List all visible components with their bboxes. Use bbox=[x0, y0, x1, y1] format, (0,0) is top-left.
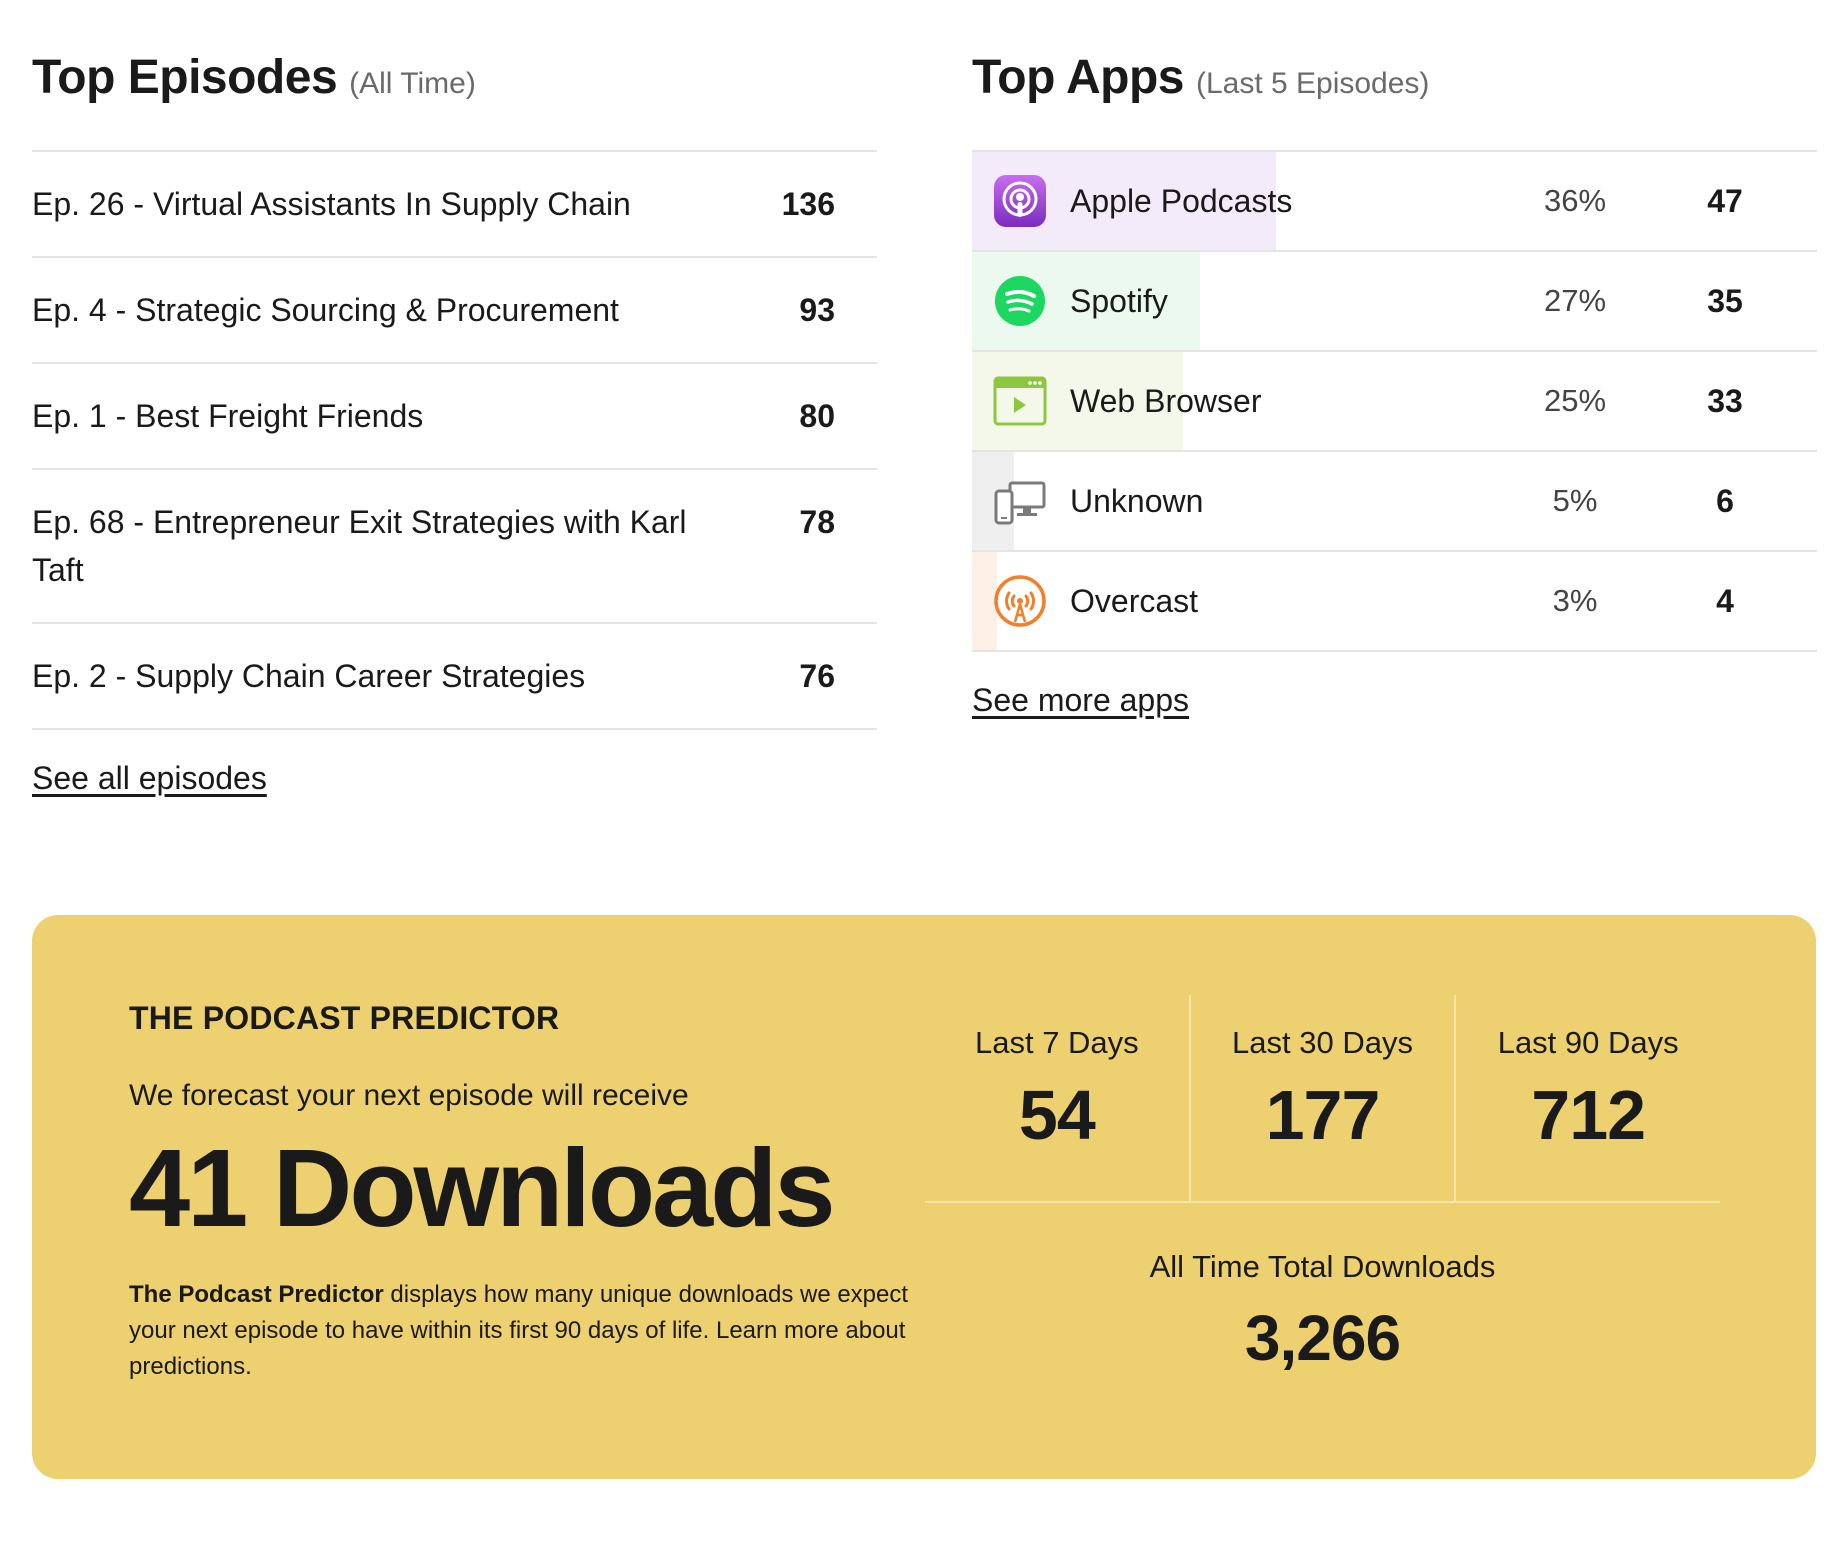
apple-podcasts-icon bbox=[994, 175, 1046, 227]
period-stats: Last 7 Days 54 Last 30 Days 177 Last 90 … bbox=[925, 995, 1720, 1203]
predictor-description-bold: The Podcast Predictor bbox=[129, 1280, 384, 1308]
episode-title[interactable]: Ep. 1 - Best Freight Friends bbox=[32, 392, 735, 440]
web-browser-icon bbox=[993, 376, 1047, 426]
predictor-description: The Podcast Predictor displays how many … bbox=[129, 1277, 949, 1385]
episode-row[interactable]: Ep. 4 - Strategic Sourcing & Procurement… bbox=[32, 258, 877, 364]
stat-last-30-days: Last 30 Days 177 bbox=[1188, 995, 1455, 1201]
episode-download-count: 80 bbox=[799, 398, 835, 434]
stat-value: 712 bbox=[1531, 1076, 1646, 1154]
app-name: Spotify bbox=[1070, 282, 1168, 319]
top-episodes-subtitle: (All Time) bbox=[349, 67, 476, 100]
episode-title[interactable]: Ep. 2 - Supply Chain Career Strategies bbox=[32, 652, 735, 700]
app-download-count: 6 bbox=[1716, 482, 1734, 519]
podcast-predictor-card: THE PODCAST PREDICTOR We forecast your n… bbox=[32, 915, 1816, 1479]
app-download-count: 47 bbox=[1707, 182, 1743, 219]
episode-row[interactable]: Ep. 2 - Supply Chain Career Strategies 7… bbox=[32, 624, 877, 730]
stat-label: Last 90 Days bbox=[1497, 1025, 1679, 1060]
apps-list: Apple Podcasts 36% 47 Spotify 27% 35 Web… bbox=[972, 150, 1817, 652]
overcast-icon bbox=[994, 575, 1046, 627]
episode-download-count: 93 bbox=[799, 292, 835, 328]
episode-title[interactable]: Ep. 26 - Virtual Assistants In Supply Ch… bbox=[32, 180, 735, 228]
episode-title[interactable]: Ep. 4 - Strategic Sourcing & Procurement bbox=[32, 286, 735, 334]
see-more-apps-link[interactable]: See more apps bbox=[972, 682, 1189, 719]
all-time-total: All Time Total Downloads 3,266 bbox=[925, 1203, 1720, 1375]
app-row[interactable]: Overcast 3% 4 bbox=[972, 552, 1817, 652]
episodes-list: Ep. 26 - Virtual Assistants In Supply Ch… bbox=[32, 150, 877, 730]
see-all-episodes-link[interactable]: See all episodes bbox=[32, 760, 267, 797]
top-episodes-section: Top Episodes (All Time) Ep. 26 - Virtual… bbox=[32, 50, 877, 797]
stat-value: 54 bbox=[1018, 1076, 1096, 1154]
app-name: Unknown bbox=[1070, 482, 1204, 519]
episode-row[interactable]: Ep. 1 - Best Freight Friends 80 bbox=[32, 364, 877, 470]
stat-label: Last 7 Days bbox=[974, 1025, 1139, 1060]
app-percentage: 36% bbox=[1543, 183, 1607, 218]
top-episodes-title: Top Episodes bbox=[32, 51, 338, 104]
stat-last-90-days: Last 90 Days 712 bbox=[1454, 995, 1720, 1201]
episode-row[interactable]: Ep. 26 - Virtual Assistants In Supply Ch… bbox=[32, 152, 877, 258]
app-percentage: 3% bbox=[1552, 583, 1598, 618]
devices-icon bbox=[994, 481, 1046, 525]
app-name: Apple Podcasts bbox=[1070, 182, 1293, 219]
app-row[interactable]: Web Browser 25% 33 bbox=[972, 352, 1817, 452]
top-apps-heading: Top Apps (Last 5 Episodes) bbox=[972, 50, 1817, 150]
total-value: 3,266 bbox=[1244, 1302, 1401, 1374]
stat-label: Last 30 Days bbox=[1232, 1025, 1413, 1060]
app-name: Overcast bbox=[1070, 582, 1199, 619]
top-apps-section: Top Apps (Last 5 Episodes) Apple Podcast… bbox=[972, 50, 1817, 719]
predictor-forecast: THE PODCAST PREDICTOR We forecast your n… bbox=[129, 1000, 949, 1385]
app-download-count: 4 bbox=[1716, 582, 1734, 619]
app-name: Web Browser bbox=[1070, 382, 1262, 419]
top-episodes-heading: Top Episodes (All Time) bbox=[32, 50, 877, 150]
episode-download-count: 136 bbox=[781, 186, 835, 222]
app-download-count: 33 bbox=[1707, 382, 1743, 419]
stat-last-7-days: Last 7 Days 54 bbox=[925, 995, 1189, 1201]
app-row[interactable]: Spotify 27% 35 bbox=[972, 252, 1817, 352]
download-stats: Last 7 Days 54 Last 30 Days 177 Last 90 … bbox=[925, 995, 1720, 1375]
app-row[interactable]: Unknown 5% 6 bbox=[972, 452, 1817, 552]
spotify-icon bbox=[995, 276, 1045, 326]
predicted-downloads: 41 Downloads bbox=[129, 1127, 836, 1250]
total-label: All Time Total Downloads bbox=[1149, 1249, 1496, 1284]
app-row[interactable]: Apple Podcasts 36% 47 bbox=[972, 152, 1817, 252]
app-percentage: 25% bbox=[1543, 383, 1607, 418]
episode-download-count: 76 bbox=[799, 658, 835, 694]
app-download-count: 35 bbox=[1707, 282, 1743, 319]
app-percentage: 27% bbox=[1543, 283, 1607, 318]
predictor-label: THE PODCAST PREDICTOR bbox=[129, 1000, 560, 1036]
top-apps-subtitle: (Last 5 Episodes) bbox=[1195, 67, 1430, 100]
episode-title[interactable]: Ep. 68 - Entrepreneur Exit Strategies wi… bbox=[32, 498, 735, 594]
top-apps-title: Top Apps bbox=[972, 51, 1184, 104]
app-percentage: 5% bbox=[1552, 483, 1598, 518]
episode-row[interactable]: Ep. 68 - Entrepreneur Exit Strategies wi… bbox=[32, 470, 877, 624]
predictor-lead-text: We forecast your next episode will recei… bbox=[129, 1079, 689, 1112]
stat-value: 177 bbox=[1265, 1076, 1381, 1154]
episode-download-count: 78 bbox=[799, 504, 835, 540]
